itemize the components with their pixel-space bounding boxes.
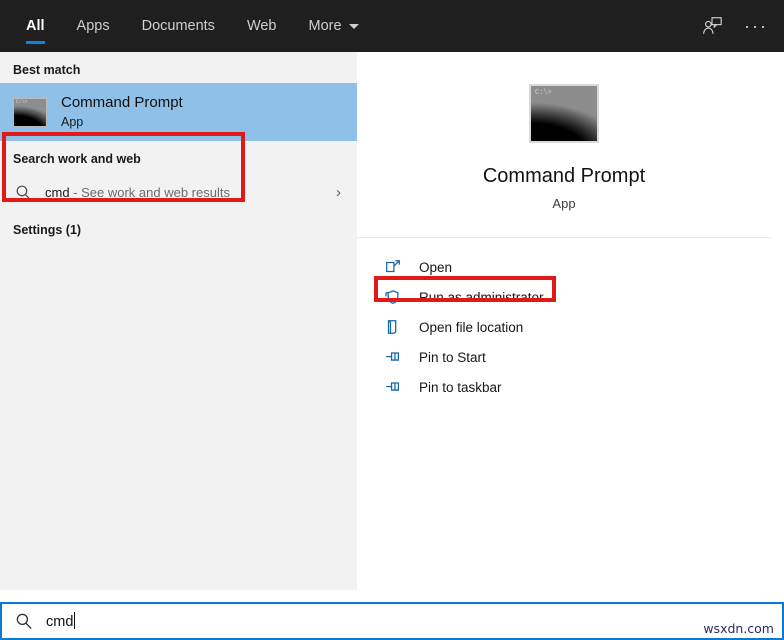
- action-run-as-administrator-label: Run as administrator: [419, 289, 544, 305]
- more-options-button[interactable]: ···: [736, 6, 776, 46]
- app-preview-panel: C:\> Command Prompt App Open Run as admi…: [357, 56, 771, 602]
- web-result-text: cmd - See work and web results: [45, 185, 230, 200]
- command-prompt-icon-text: C:\>: [16, 98, 28, 105]
- web-result-suffix: - See work and web results: [69, 184, 230, 200]
- search-input-value: cmd: [46, 614, 74, 630]
- command-prompt-icon: C:\>: [529, 84, 599, 143]
- ellipsis-icon: ···: [744, 16, 768, 36]
- chevron-down-icon: [348, 23, 359, 29]
- shield-icon: [383, 287, 403, 307]
- best-match-result-command-prompt[interactable]: C:\> Command Prompt App: [0, 83, 357, 141]
- pin-icon: [383, 347, 403, 367]
- best-match-heading: Best match: [13, 63, 81, 77]
- tab-web[interactable]: Web: [231, 0, 293, 52]
- best-match-text: Command Prompt App: [61, 93, 183, 131]
- app-actions-list: Open Run as administrator Open file loca…: [357, 238, 771, 402]
- chevron-right-icon[interactable]: ›: [336, 184, 347, 201]
- tab-documents-label: Documents: [141, 18, 215, 34]
- taskbar-search-box[interactable]: cmd: [0, 602, 784, 640]
- action-open-file-location-label: Open file location: [419, 319, 524, 335]
- search-results-panel: Best match C:\> Command Prompt App Searc…: [0, 52, 357, 602]
- search-icon: [13, 184, 33, 201]
- app-preview-header: C:\> Command Prompt App: [357, 56, 771, 238]
- action-open[interactable]: Open: [357, 252, 771, 282]
- search-icon: [14, 612, 34, 630]
- tab-all[interactable]: All: [10, 0, 61, 52]
- app-preview-type: App: [552, 196, 576, 211]
- action-pin-to-start[interactable]: Pin to Start: [357, 342, 771, 372]
- action-pin-to-taskbar[interactable]: Pin to taskbar: [357, 372, 771, 402]
- search-filter-tabs: All Apps Documents Web More: [0, 0, 375, 52]
- tab-more-label: More: [308, 18, 342, 34]
- search-header: All Apps Documents Web More ···: [0, 0, 784, 52]
- open-in-new-icon: [383, 257, 403, 277]
- app-preview-title: Command Prompt: [482, 165, 646, 187]
- tab-web-label: Web: [246, 18, 277, 34]
- pin-icon: [383, 377, 403, 397]
- best-match-title: Command Prompt: [61, 94, 183, 111]
- tab-all-label: All: [26, 18, 45, 34]
- command-prompt-icon-text: C:\>: [535, 89, 552, 97]
- best-match-subtitle: App: [61, 115, 84, 129]
- person-feedback-icon: [703, 17, 722, 34]
- tab-apps-label: Apps: [76, 18, 110, 34]
- tab-apps[interactable]: Apps: [61, 0, 126, 52]
- settings-heading: Settings (1): [13, 223, 82, 237]
- header-actions: ···: [692, 0, 776, 52]
- web-result-query: cmd: [45, 184, 70, 200]
- tab-active-underline: [26, 41, 45, 44]
- action-pin-to-taskbar-label: Pin to taskbar: [419, 379, 502, 395]
- feedback-button[interactable]: [692, 6, 732, 46]
- search-work-and-web-heading: Search work and web: [13, 152, 141, 166]
- panel-bottom-gap: [0, 590, 784, 602]
- tab-more[interactable]: More: [293, 0, 375, 52]
- search-input[interactable]: cmd: [46, 612, 76, 630]
- text-cursor: [74, 612, 76, 629]
- folder-location-icon: [383, 317, 403, 337]
- action-pin-to-start-label: Pin to Start: [419, 349, 486, 365]
- web-result-cmd[interactable]: cmd - See work and web results ›: [0, 172, 357, 212]
- action-open-file-location[interactable]: Open file location: [357, 312, 771, 342]
- tab-documents[interactable]: Documents: [126, 0, 231, 52]
- action-open-label: Open: [419, 259, 453, 275]
- watermark: wsxdn.com: [703, 621, 774, 636]
- command-prompt-icon: C:\>: [13, 97, 47, 127]
- action-run-as-administrator[interactable]: Run as administrator: [357, 282, 771, 312]
